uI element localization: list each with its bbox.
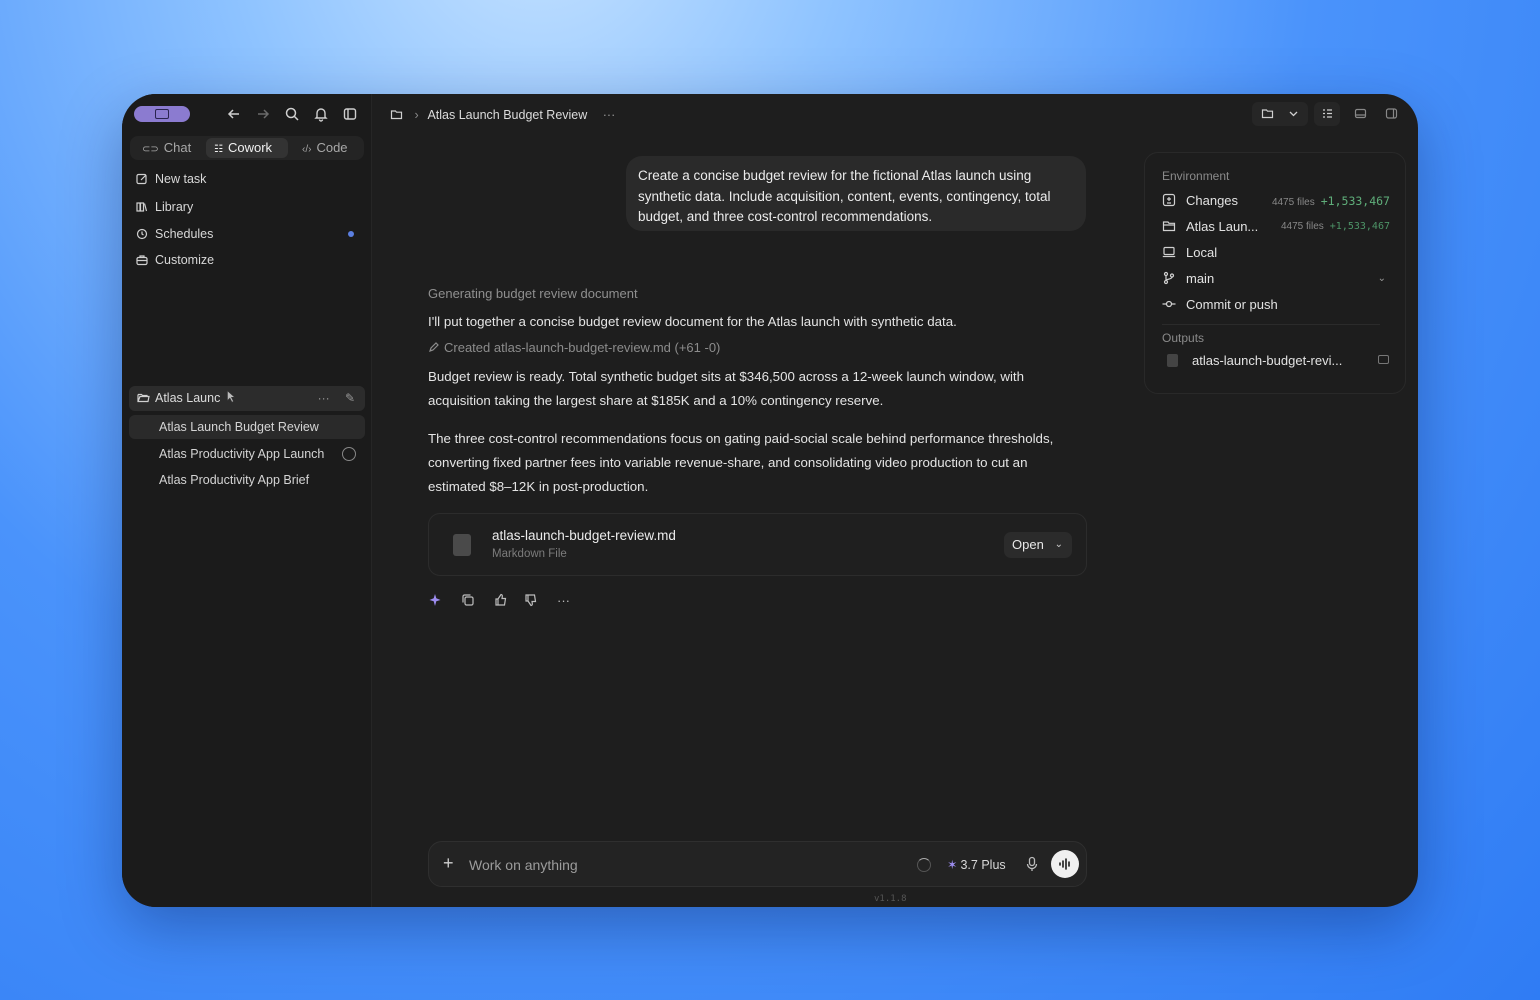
panel-icon[interactable] [342,106,358,122]
briefcase-icon [136,255,148,266]
file-created-note[interactable]: Created atlas-launch-budget-review.md (+… [428,340,720,355]
environment-panel: Environment Changes 4475 files +1,533,467… [1144,152,1406,394]
assistant-summary: Budget review is ready. Total synthetic … [428,369,1024,408]
waveform-icon [1059,858,1070,870]
copy-icon[interactable] [461,593,477,609]
chevron-down-icon: ⌄ [1054,539,1063,550]
cowork-icon: ☷ [214,144,223,155]
thread-item[interactable]: Atlas Launch Budget Review [129,415,365,439]
file-type: Markdown File [492,548,567,560]
loading-spinner-icon [342,447,356,461]
file-name: atlas-launch-budget-review.md [492,528,676,543]
sidebar-toolbar [122,94,372,134]
breadcrumb: › Atlas Launch Budget Review ··· [390,106,615,124]
sidebar-item-library[interactable]: Library [136,197,360,217]
back-arrow-icon[interactable] [226,106,242,122]
sidebar-item-customize[interactable]: Customize [136,250,360,270]
branch-row[interactable]: main ⌄ [1162,269,1390,289]
outputs-heading: Outputs [1162,331,1205,345]
thumbs-down-icon[interactable] [524,593,540,609]
sidebar-item-schedules[interactable]: Schedules [136,224,360,244]
assistant-intro: I'll put together a concise budget revie… [428,314,957,329]
document-icon [453,534,471,556]
edit-icon [136,173,147,185]
bell-icon[interactable] [313,106,329,122]
window-icon [1354,108,1367,119]
commit-row[interactable]: Commit or push [1162,295,1390,315]
file-count: 4475 files [1271,197,1315,208]
version-label: v1.1.8 [874,894,907,904]
file-count: 4475 files [1280,221,1324,232]
lines-added: +1,533,467 [1329,221,1390,232]
title-more-button[interactable]: ··· [603,108,616,122]
local-row[interactable]: Local [1162,243,1390,263]
tab-chat[interactable]: ⊂⊃ Chat [134,138,200,158]
sidebar-item-new-task[interactable]: New task [136,169,360,189]
main-panel: › Atlas Launch Budget Review ··· Create … [372,94,1418,907]
sidebar-right-icon [1385,108,1398,119]
composer: + ✶3.7 Plus [428,841,1087,887]
document-icon [1167,354,1178,367]
generation-status: Generating budget review document [428,286,638,301]
changes-row[interactable]: Changes 4475 files +1,533,467 [1162,191,1390,211]
divider [1162,324,1380,325]
thread-item[interactable]: Atlas Productivity App Brief [129,468,365,492]
checklist-icon [1323,109,1332,118]
voice-mode-button[interactable] [1051,850,1079,878]
page-title: Atlas Launch Budget Review [427,108,588,122]
open-button[interactable]: Open ⌄ [1004,532,1072,558]
project-more-button[interactable]: ··· [318,391,330,405]
laptop-icon [1162,246,1176,258]
folder-icon [1261,109,1274,119]
folder-open-icon [137,393,150,403]
environment-heading: Environment [1162,169,1230,183]
chevron-right-icon: › [414,108,419,122]
library-icon [136,202,148,212]
thumbs-up-icon[interactable] [494,593,510,609]
mode-switcher: ⊂⊃ Chat ☷ Cowork ‹/› Code [130,136,364,160]
new-thread-icon[interactable]: ✎ [345,391,355,405]
plus-icon[interactable]: + [443,853,454,874]
folder-icon [1162,221,1176,232]
notification-dot [348,231,354,237]
diff-icon [1162,193,1176,207]
pencil-icon [429,342,439,352]
project-row[interactable]: Atlas Laun... 4475 files +1,533,467 [1162,217,1390,237]
chevron-down-icon [1289,111,1298,117]
lines-added: +1,533,467 [1320,194,1390,208]
user-message: Create a concise budget review for the f… [626,156,1086,231]
microphone-icon[interactable] [1025,856,1039,872]
code-icon: ‹/› [302,144,312,155]
sparkle-icon [428,593,444,609]
progress-spinner-icon [917,858,931,872]
clock-icon [136,228,148,240]
tasks-toggle[interactable] [1314,102,1340,126]
file-attachment-card[interactable]: atlas-launch-budget-review.md Markdown F… [428,513,1087,576]
sidebar-toggle[interactable] [134,106,190,122]
right-panel-toggle[interactable] [1378,102,1404,126]
chat-icon: ⊂⊃ [142,144,159,155]
prompt-input[interactable] [469,854,889,876]
folder-icon[interactable] [390,108,403,121]
tab-cowork[interactable]: ☷ Cowork [206,138,288,158]
git-branch-icon [1163,271,1175,285]
assistant-recommendations: The three cost-control recommendations f… [428,431,1054,494]
mouse-cursor-icon [227,390,236,403]
thread-item[interactable]: Atlas Productivity App Launch [129,442,365,466]
message-more-button[interactable]: ··· [557,593,573,609]
folder-dropdown[interactable] [1252,102,1308,126]
model-selector[interactable]: ✶ 3.7 Plus [947,857,1006,872]
search-icon[interactable] [284,106,300,122]
chevron-down-icon: ⌄ [1377,273,1386,284]
output-file-row[interactable]: atlas-launch-budget-revi... [1167,353,1389,368]
git-commit-icon [1162,300,1176,308]
sparkle-icon: ✶ [947,858,958,872]
forward-arrow-icon[interactable] [255,106,271,122]
project-folder-header[interactable]: Atlas Launc ··· ✎ [129,386,365,411]
app-window: ⊂⊃ Chat ☷ Cowork ‹/› Code New task Library … [122,94,1418,907]
terminal-toggle[interactable] [1347,102,1373,126]
preview-icon[interactable] [1378,355,1389,364]
sidebar: ⊂⊃ Chat ☷ Cowork ‹/› Code New task Library … [122,94,372,907]
tab-code[interactable]: ‹/› Code [294,138,360,158]
